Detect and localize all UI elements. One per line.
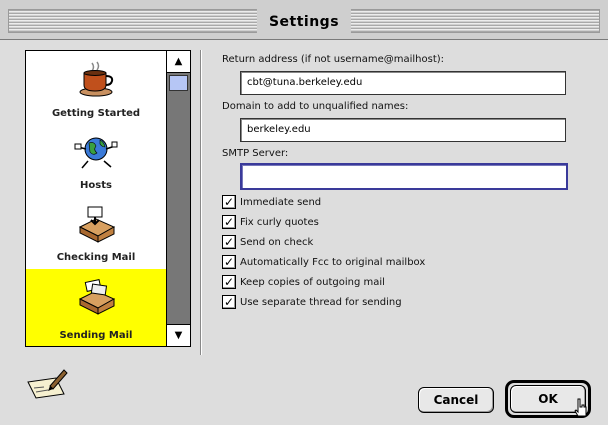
- category-label: Getting Started: [51, 108, 141, 119]
- category-label: Checking Mail: [56, 252, 136, 263]
- window-title: Settings: [256, 9, 352, 33]
- scroll-up-arrow-icon[interactable]: ▲: [167, 51, 190, 73]
- checkbox[interactable]: ✓: [222, 195, 236, 209]
- option-keep-copies[interactable]: ✓ Keep copies of outgoing mail: [222, 273, 385, 291]
- checkbox[interactable]: ✓: [222, 255, 236, 269]
- checkbox[interactable]: ✓: [222, 215, 236, 229]
- checkbox[interactable]: ✓: [222, 235, 236, 249]
- option-label: Send on check: [240, 236, 314, 248]
- option-send-on-check[interactable]: ✓ Send on check: [222, 233, 313, 251]
- option-label: Keep copies of outgoing mail: [240, 276, 385, 288]
- option-label: Use separate thread for sending: [240, 296, 402, 308]
- coffee-cup-icon: [79, 61, 114, 97]
- smtp-server-field[interactable]: [240, 163, 568, 190]
- option-auto-fcc[interactable]: ✓ Automatically Fcc to original mailbox: [222, 253, 425, 271]
- title-bar[interactable]: Settings: [0, 0, 608, 40]
- checkbox[interactable]: ✓: [222, 295, 236, 309]
- option-immediate-send[interactable]: ✓ Immediate send: [222, 193, 321, 211]
- panel-divider: [200, 50, 202, 355]
- settings-category-list[interactable]: Getting Started Hosts Checking Mail Send…: [25, 50, 191, 347]
- smtp-server-label: SMTP Server:: [222, 148, 289, 159]
- globe-network-icon: [74, 137, 118, 169]
- settings-letter-pen-icon: [27, 369, 68, 399]
- category-item-hosts[interactable]: Hosts: [26, 125, 166, 197]
- category-item-sending-mail[interactable]: Sending Mail: [26, 269, 166, 346]
- hand-pointer-cursor-icon: [574, 398, 587, 417]
- scroll-thumb[interactable]: [169, 75, 188, 91]
- list-scrollbar[interactable]: ▲ ▼: [166, 51, 190, 346]
- option-label: Automatically Fcc to original mailbox: [240, 256, 426, 268]
- outbox-letters-icon: [78, 279, 116, 315]
- option-label: Immediate send: [240, 196, 322, 208]
- domain-field[interactable]: berkeley.edu: [240, 118, 566, 142]
- scroll-down-arrow-icon[interactable]: ▼: [167, 324, 190, 346]
- return-address-field[interactable]: cbt@tuna.berkeley.edu: [240, 71, 566, 95]
- option-separate-thread[interactable]: ✓ Use separate thread for sending: [222, 293, 402, 311]
- checkbox[interactable]: ✓: [222, 275, 236, 289]
- return-address-label: Return address (if not username@mailhost…: [222, 54, 445, 65]
- domain-label: Domain to add to unqualified names:: [222, 101, 409, 112]
- category-items: Getting Started Hosts Checking Mail Send…: [26, 51, 166, 346]
- mailbox-inbox-icon: [78, 206, 116, 243]
- cancel-button[interactable]: Cancel: [418, 387, 494, 413]
- category-label: Hosts: [80, 180, 112, 191]
- category-item-getting-started[interactable]: Getting Started: [26, 53, 166, 125]
- option-label: Fix curly quotes: [240, 216, 319, 228]
- category-label: Sending Mail: [59, 330, 133, 341]
- category-item-checking-mail[interactable]: Checking Mail: [26, 197, 166, 269]
- option-fix-curly-quotes[interactable]: ✓ Fix curly quotes: [222, 213, 319, 231]
